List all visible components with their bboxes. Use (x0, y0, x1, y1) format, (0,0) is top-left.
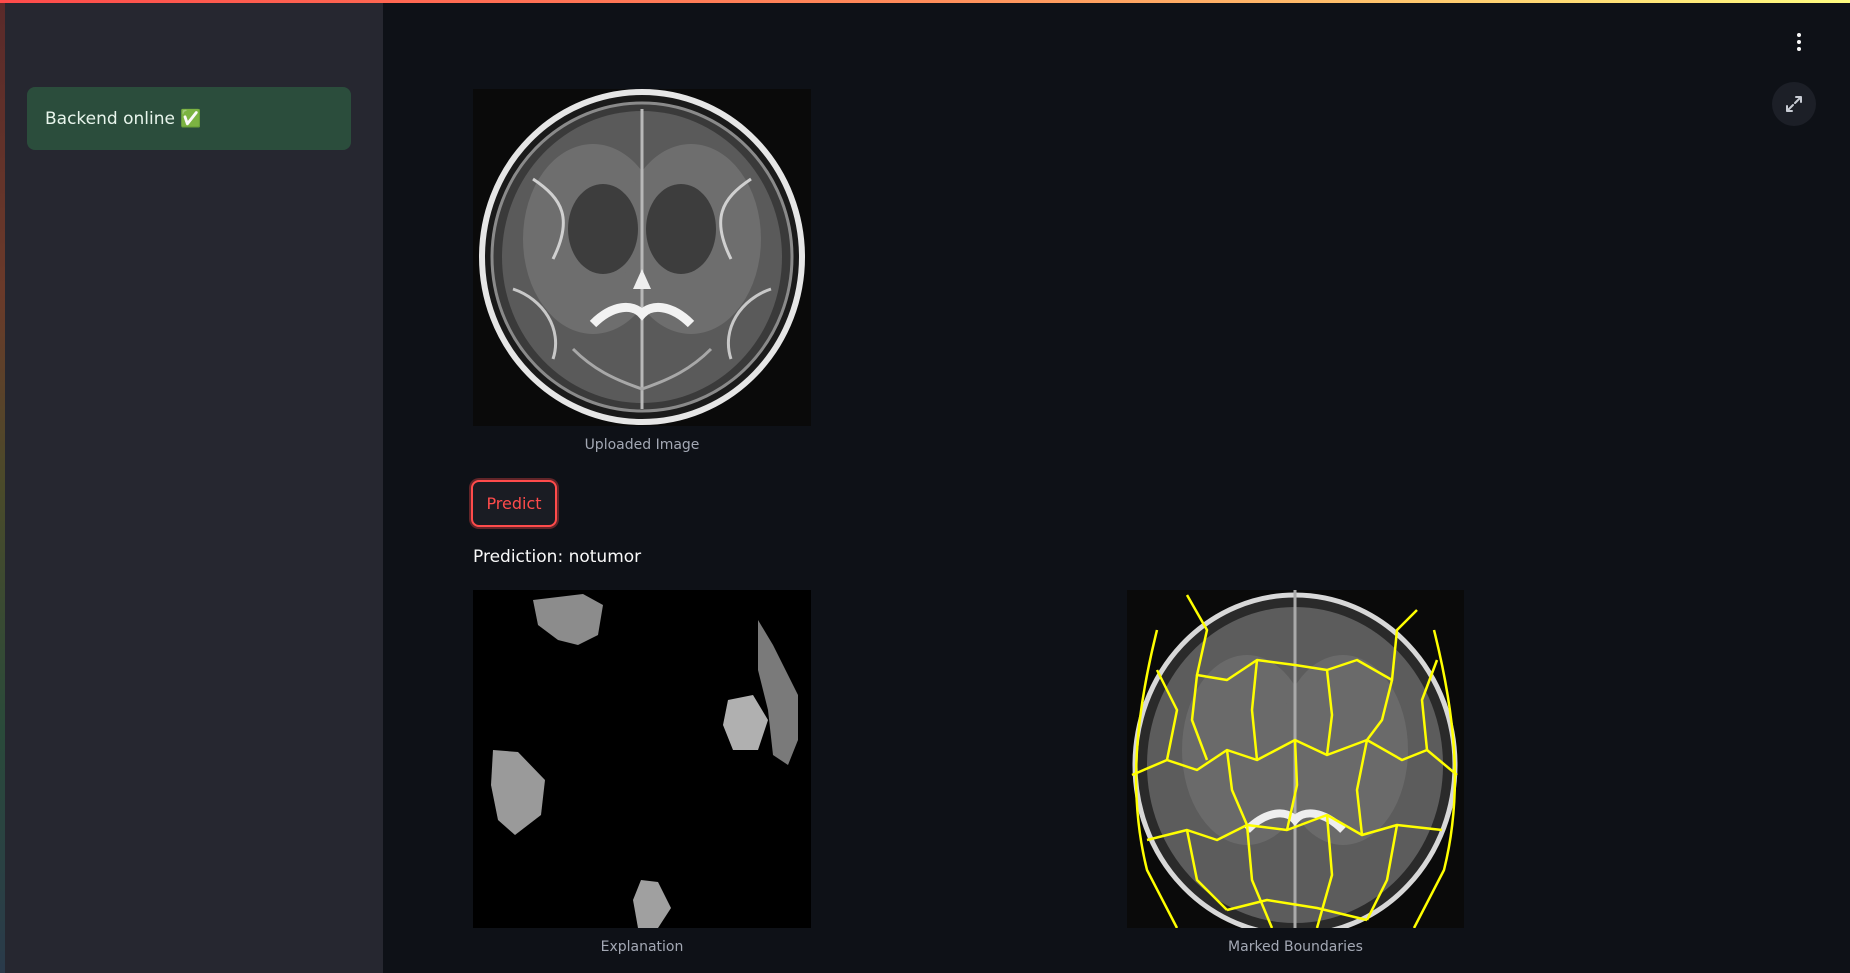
kebab-menu-icon (1797, 33, 1801, 37)
kebab-menu-icon-dot (1797, 47, 1801, 51)
fullscreen-button[interactable] (1772, 82, 1816, 126)
marked-boundaries-image (1127, 590, 1464, 928)
fullscreen-icon (1786, 96, 1802, 112)
prediction-result: Prediction: notumor (473, 547, 642, 567)
backend-status-text: Backend online ✅ (45, 108, 202, 129)
uploaded-mri-image (473, 89, 811, 426)
explanation-image (473, 590, 811, 928)
uploaded-image-caption: Uploaded Image (584, 437, 700, 453)
top-decoration-bar (0, 0, 1850, 3)
main-menu-button[interactable] (1792, 30, 1806, 54)
marked-boundaries-caption: Marked Boundaries (1228, 939, 1363, 955)
boundaries-overlay-image (1127, 590, 1464, 928)
kebab-menu-icon-dot (1797, 40, 1801, 44)
explanation-mask-image (473, 590, 811, 928)
app-root: Backend online ✅ Uploaded Image Predict … (0, 0, 1850, 973)
backend-status-alert: Backend online ✅ (27, 87, 351, 150)
explanation-caption: Explanation (600, 939, 684, 955)
uploaded-image (473, 89, 811, 426)
predict-button[interactable]: Predict (471, 480, 557, 527)
